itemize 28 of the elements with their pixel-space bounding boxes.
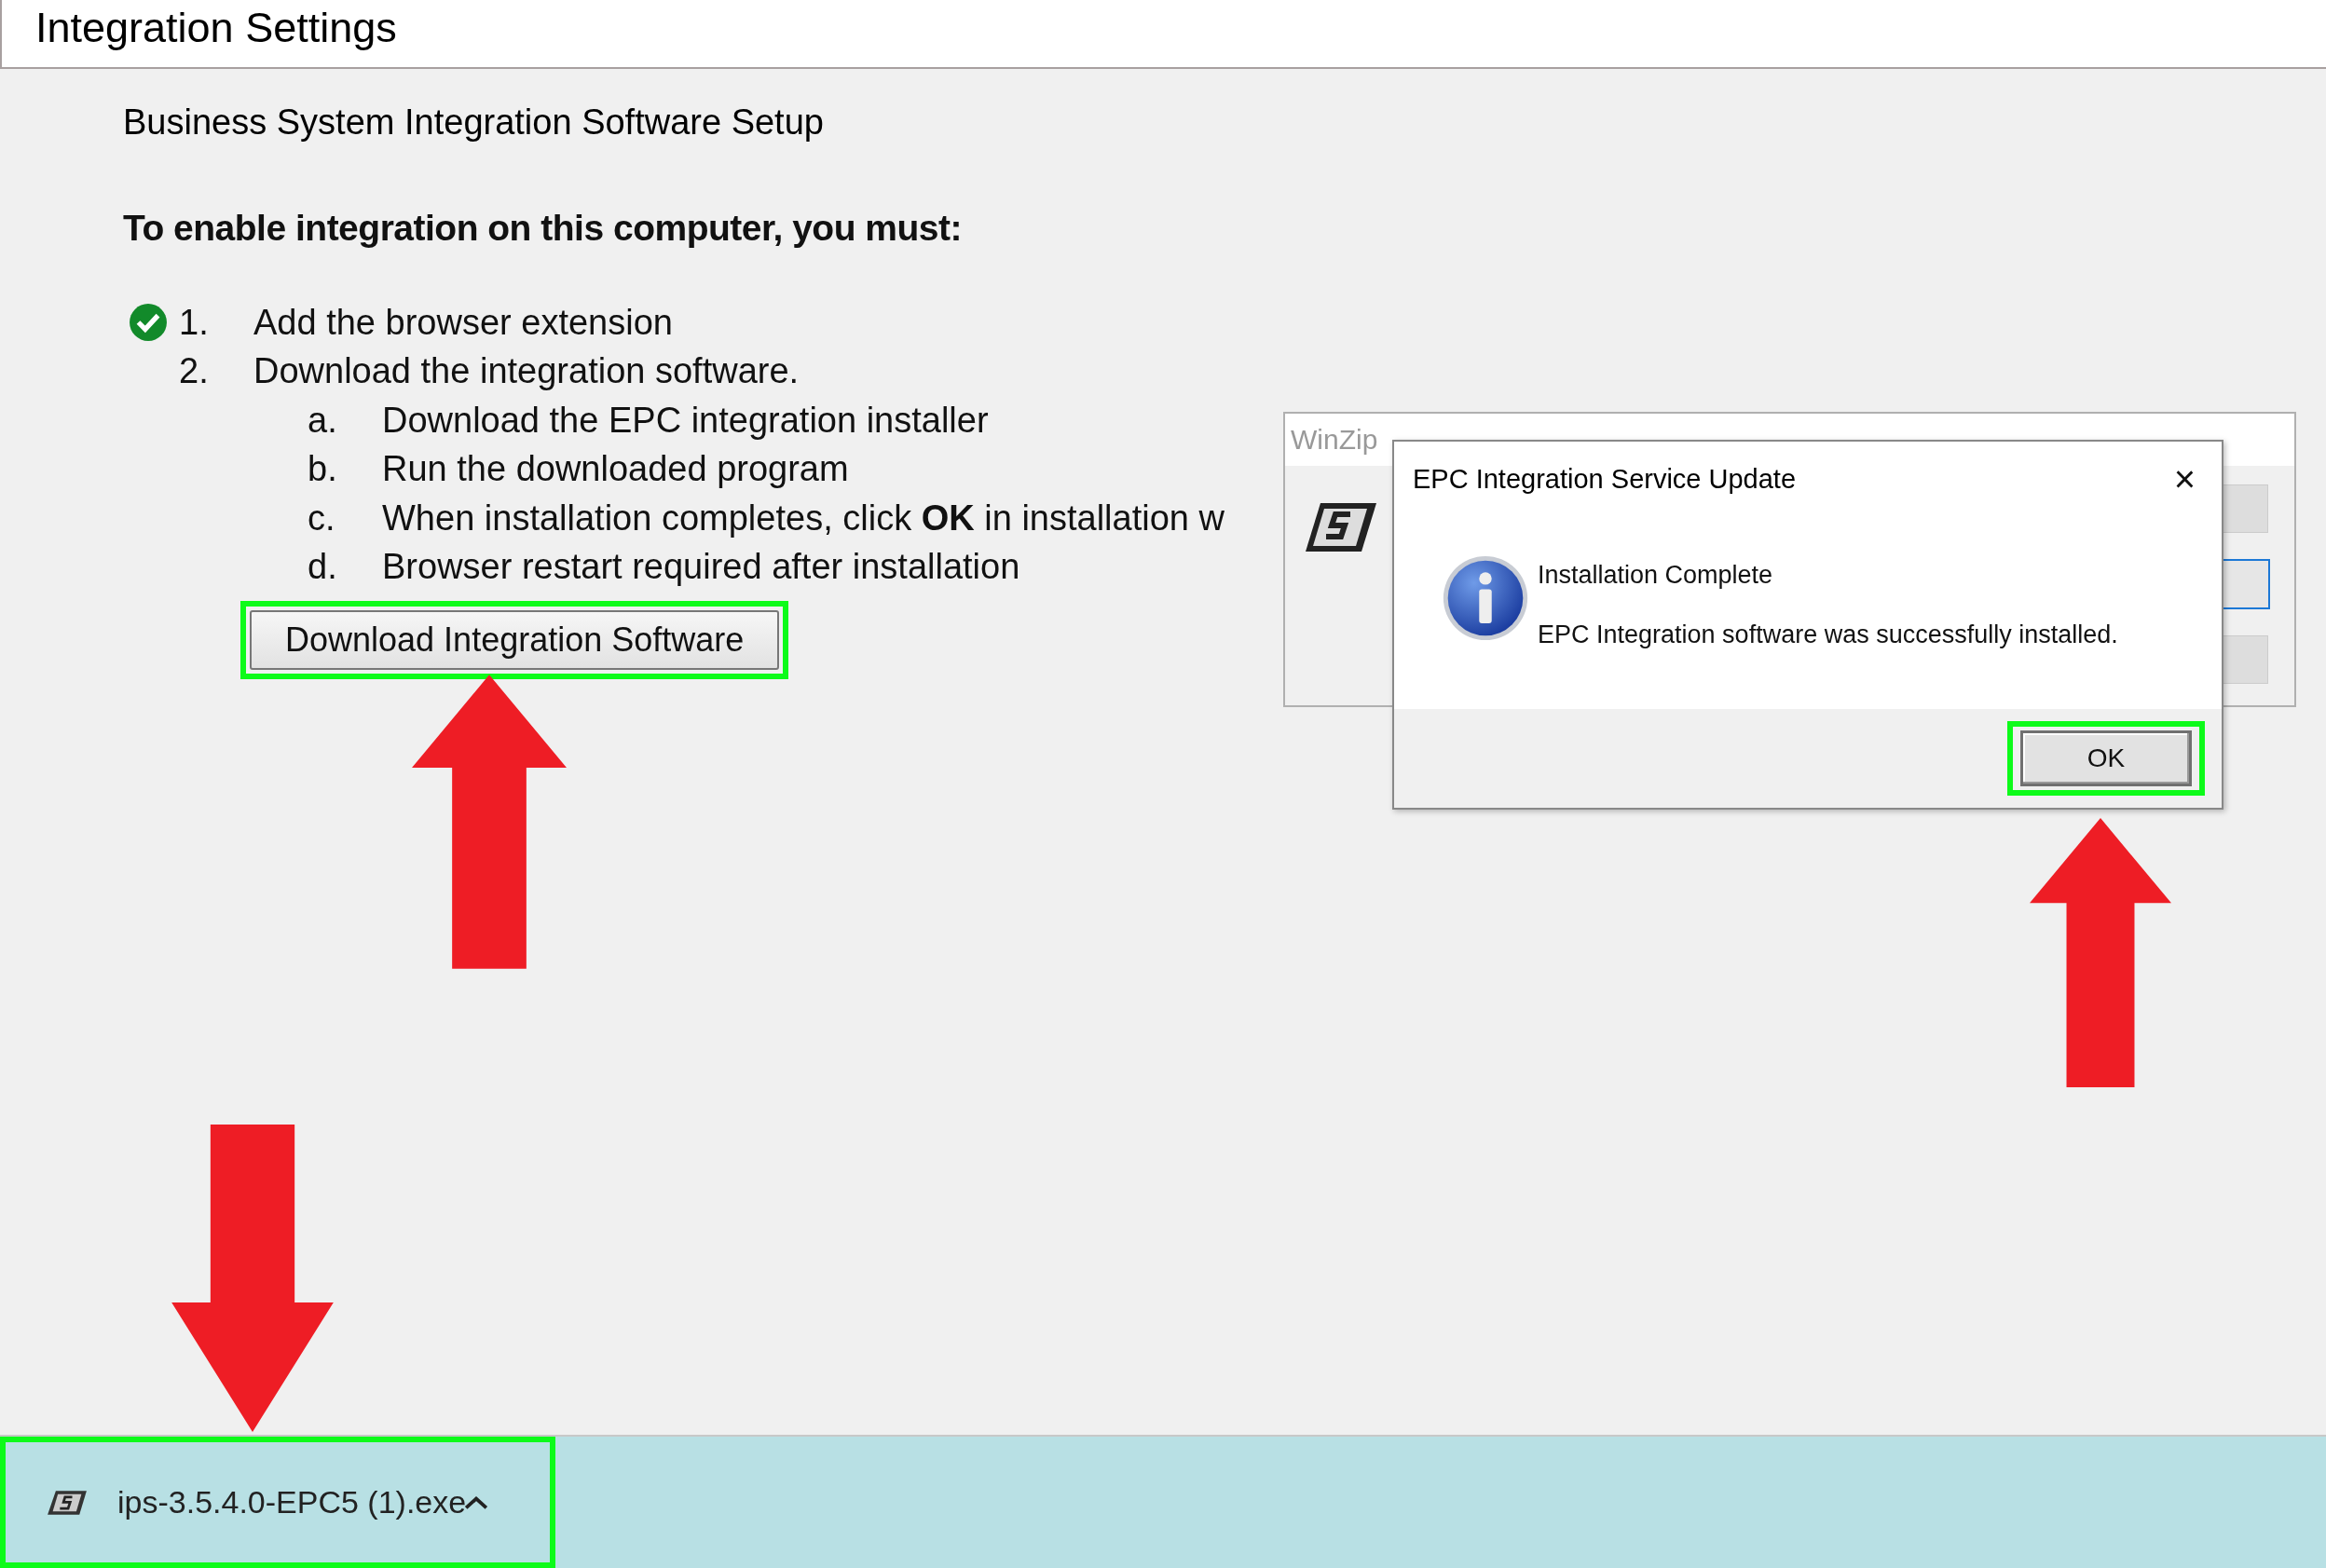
step-number: 1. — [179, 302, 210, 343]
step-text: When installation completes, click OK in installation w — [382, 498, 1225, 539]
download-button[interactable]: Download Integration Software — [250, 610, 780, 670]
caret-icon[interactable] — [464, 1494, 488, 1510]
check-icon — [129, 303, 168, 343]
step-text: Download the EPC integration installer — [382, 400, 989, 441]
intro-text: To enable integration on this computer, you must: — [123, 207, 963, 250]
step-text: Run the downloaded program — [382, 449, 849, 490]
window-title: WinZip — [1291, 424, 1378, 455]
step-text: Browser restart required after installation — [382, 547, 1020, 588]
step-letter: a. — [308, 400, 338, 441]
dialog-heading: Installation Complete — [1538, 561, 1774, 591]
step-letter: b. — [308, 449, 338, 490]
step-number: 2. — [179, 351, 210, 392]
page-title: Integration Settings — [35, 3, 397, 53]
step-letter: c. — [308, 498, 336, 539]
info-icon — [1441, 553, 1530, 643]
step-letter: d. — [308, 547, 338, 588]
dialog-title: EPC Integration Service Update — [1413, 463, 1797, 495]
step-text: Download the integration software. — [253, 351, 800, 392]
file-name[interactable]: ips-3.5.4.0-EPC5 (1).exe — [117, 1484, 464, 1520]
step-text: Add the browser extension — [253, 302, 673, 343]
ok-button[interactable]: OK — [2020, 730, 2192, 786]
dialog-message: EPC Integration software was successfully installed. — [1538, 620, 2118, 649]
close-button[interactable]: × — [2173, 457, 2196, 500]
arrow-up-icon — [412, 675, 567, 969]
section-title: Business System Integration Software Setup — [123, 102, 825, 143]
file-icon — [47, 1489, 88, 1516]
